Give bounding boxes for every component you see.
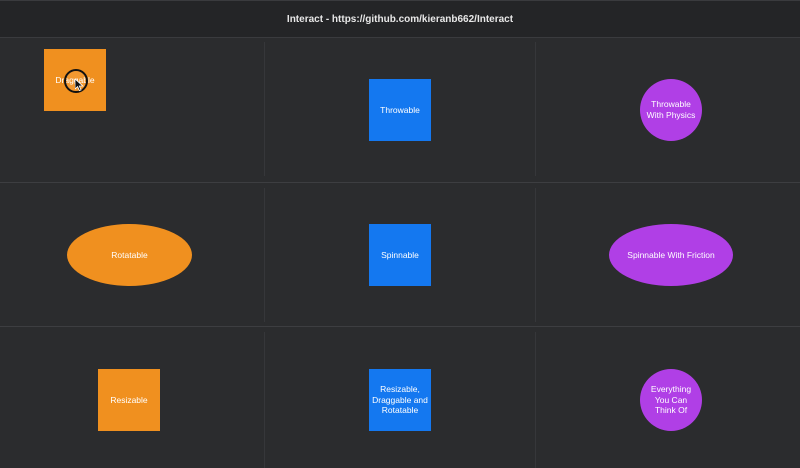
pointer-cursor <box>64 69 88 93</box>
column-divider <box>535 188 536 322</box>
throwable-square[interactable]: Throwable <box>369 79 431 141</box>
column-divider <box>535 332 536 468</box>
rotatable-ellipse[interactable]: Rotatable <box>67 224 192 286</box>
column-divider <box>264 42 265 176</box>
row-divider <box>0 182 800 183</box>
window-title: Interact - https://github.com/kieranb662… <box>286 13 514 25</box>
window-title-bar: Interact - https://github.com/kieranb662… <box>0 1 800 38</box>
throwable-label: Throwable <box>380 104 420 115</box>
resizable-draggable-rotatable-label: Resizable, Draggable and Rotatable <box>372 384 428 416</box>
throwable-with-physics-circle[interactable]: Throwable With Physics <box>640 79 702 141</box>
resizable-label: Resizable <box>110 394 148 405</box>
spinnable-with-friction-ellipse[interactable]: Spinnable With Friction <box>609 224 733 286</box>
column-divider <box>264 332 265 468</box>
everything-circle[interactable]: Everything You Can Think Of <box>640 369 702 431</box>
resizable-square[interactable]: Resizable <box>98 369 160 431</box>
spinnable-square[interactable]: Spinnable <box>369 224 431 286</box>
resizable-draggable-rotatable-square[interactable]: Resizable, Draggable and Rotatable <box>369 369 431 431</box>
spinnable-label: Spinnable <box>381 249 419 260</box>
throwable-with-physics-label: Throwable With Physics <box>646 99 696 120</box>
pointer-arrow-icon <box>75 79 84 91</box>
column-divider <box>535 42 536 176</box>
everything-label: Everything You Can Think Of <box>650 384 692 416</box>
column-divider <box>264 188 265 322</box>
rotatable-label: Rotatable <box>111 249 148 260</box>
spinnable-with-friction-label: Spinnable With Friction <box>627 249 715 260</box>
row-divider <box>0 326 800 327</box>
